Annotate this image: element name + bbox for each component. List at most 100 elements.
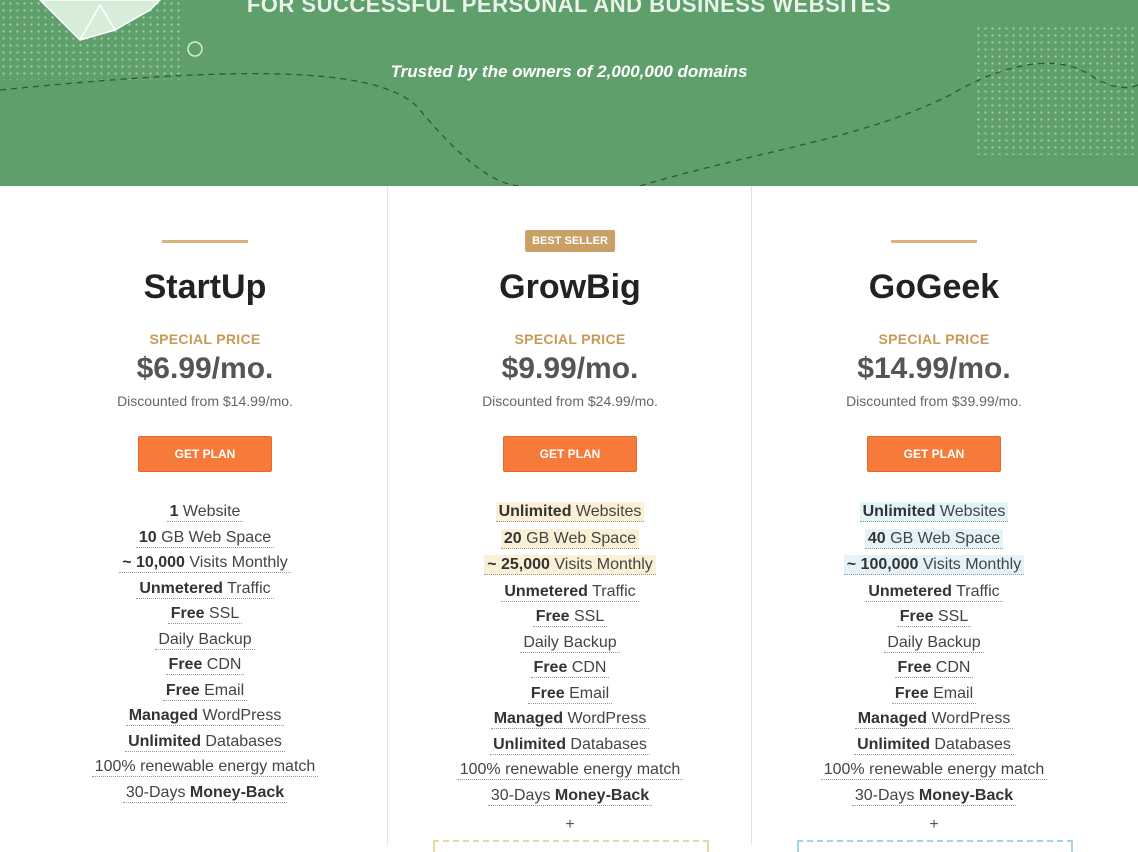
feature-item[interactable]: 10 GB Web Space [23,526,387,552]
feature-item[interactable]: Daily Backup [752,631,1116,657]
feature-highlight: Free [533,659,568,676]
feature-text[interactable]: Managed WordPress [125,706,285,726]
feature-item[interactable]: Free SSL [23,602,387,628]
feature-text[interactable]: Free CDN [165,655,245,675]
feature-text[interactable]: 100% renewable energy match [820,760,1048,780]
extra-features-box [797,840,1073,852]
feature-text[interactable]: Free SSL [532,607,608,627]
feature-highlight: Free [170,605,205,622]
feature-item[interactable]: Managed WordPress [752,707,1116,733]
feature-item[interactable]: Unlimited Websites [752,500,1116,527]
feature-highlight: Free [894,684,929,702]
feature-item[interactable]: Daily Backup [23,628,387,654]
feature-text[interactable]: Unlimited Databases [125,731,285,752]
feature-text[interactable]: Free CDN [894,658,974,678]
feature-item[interactable]: Unlimited Databases [23,730,387,756]
feature-text[interactable]: Managed WordPress [854,709,1014,729]
feature-text[interactable]: Unmetered Traffic [136,578,274,599]
feature-text[interactable]: 10 GB Web Space [135,527,275,548]
feature-item[interactable]: Daily Backup [388,631,752,657]
feature-label: Daily Backup [887,633,981,651]
feature-item[interactable]: Unmetered Traffic [388,580,752,606]
feature-prefix: 30-Days [490,786,555,804]
feature-item[interactable]: 40 GB Web Space [752,527,1116,554]
feature-text[interactable]: Free Email [527,683,613,704]
feature-item[interactable]: Free CDN [752,656,1116,682]
feature-highlight: 40 [867,529,886,547]
feature-item[interactable]: Free Email [388,682,752,708]
feature-label: GB Web Space [156,528,272,546]
feature-item[interactable]: Free Email [23,679,387,705]
feature-item[interactable]: 100% renewable energy match [752,758,1116,784]
feature-item[interactable]: Managed WordPress [23,704,387,730]
feature-text[interactable]: 100% renewable energy match [456,760,684,780]
feature-item[interactable]: Unlimited Databases [388,733,752,759]
feature-text[interactable]: Unlimited Databases [854,734,1014,755]
get-plan-button[interactable]: GET PLAN [867,436,1001,472]
feature-text[interactable]: Unlimited Websites [859,502,1009,522]
feature-item[interactable]: Free CDN [23,653,387,679]
feature-text[interactable]: ~ 25,000 Visits Monthly [484,555,656,575]
feature-label: SSL [933,608,969,625]
feature-item[interactable]: Free SSL [388,605,752,631]
feature-item[interactable]: Unlimited Websites [388,500,752,527]
feature-highlight: Unlimited [493,735,566,753]
feature-label: Email [928,684,974,702]
feature-text[interactable]: Free Email [162,680,248,701]
feature-text[interactable]: Free SSL [167,604,243,624]
feature-item[interactable]: ~ 10,000 Visits Monthly [23,551,387,577]
feature-item[interactable]: 100% renewable energy match [23,755,387,781]
plan-name: GrowBig [499,268,641,306]
feature-item[interactable]: Managed WordPress [388,707,752,733]
feature-text[interactable]: Unmetered Traffic [501,581,639,602]
feature-item[interactable]: 30-Days Money-Back [752,784,1116,810]
feature-text[interactable]: ~ 10,000 Visits Monthly [119,553,291,573]
feature-item[interactable]: Free SSL [752,605,1116,631]
feature-item[interactable]: Free Email [752,682,1116,708]
feature-text[interactable]: Managed WordPress [490,709,650,729]
feature-item[interactable]: Unmetered Traffic [23,577,387,603]
feature-item[interactable]: 30-Days Money-Back [23,781,387,807]
feature-text[interactable]: Free Email [891,683,977,704]
feature-text[interactable]: Daily Backup [520,632,620,653]
feature-text[interactable]: Free SSL [896,607,972,627]
feature-label: SSL [569,608,605,625]
feature-item[interactable]: ~ 25,000 Visits Monthly [388,553,752,580]
feature-label: Databases [565,735,647,753]
feature-item[interactable]: 100% renewable energy match [388,758,752,784]
discounted-from-text: Discounted from $24.99/mo. [482,393,658,409]
feature-text[interactable]: 40 GB Web Space [864,528,1004,549]
feature-text[interactable]: 1 Website [166,502,244,522]
feature-text[interactable]: Unlimited Databases [490,734,650,755]
feature-item[interactable]: Free CDN [388,656,752,682]
feature-item[interactable]: Unlimited Databases [752,733,1116,759]
feature-item[interactable]: Unmetered Traffic [752,580,1116,606]
feature-highlight: Money-Back [918,786,1014,804]
feature-item[interactable]: 20 GB Web Space [388,527,752,554]
feature-text[interactable]: 100% renewable energy match [91,757,319,777]
feature-list: Unlimited Websites 40 GB Web Space ~ 100,0… [752,500,1116,809]
feature-text[interactable]: 20 GB Web Space [500,528,640,549]
feature-text[interactable]: ~ 100,000 Visits Monthly [843,555,1025,575]
feature-highlight: Unlimited [128,732,201,750]
get-plan-button[interactable]: GET PLAN [138,436,272,472]
feature-highlight: Unlimited [498,503,572,520]
feature-text[interactable]: 30-Days Money-Back [851,785,1017,806]
feature-text[interactable]: 30-Days Money-Back [122,782,288,803]
feature-text[interactable]: Free CDN [530,658,610,678]
plus-icon: + [565,816,575,833]
feature-text[interactable]: 30-Days Money-Back [487,785,653,806]
feature-item[interactable]: 1 Website [23,500,387,526]
feature-highlight: Free [530,684,565,702]
feature-item[interactable]: ~ 100,000 Visits Monthly [752,553,1116,580]
get-plan-button[interactable]: GET PLAN [503,436,637,472]
feature-text[interactable]: Daily Backup [155,629,255,650]
plan-card-gogeek: GoGeek SPECIAL PRICE $14.99/mo. Discount… [751,186,1116,852]
plan-card-growbig: BEST SELLER GrowBig SPECIAL PRICE $9.99/… [387,186,752,852]
hero-subtitle: Trusted by the owners of 2,000,000 domai… [390,62,748,81]
feature-text[interactable]: Unmetered Traffic [865,581,1003,602]
feature-text[interactable]: Daily Backup [884,632,984,653]
feature-item[interactable]: 30-Days Money-Back [388,784,752,810]
feature-label: Daily Backup [158,630,252,648]
feature-text[interactable]: Unlimited Websites [495,502,645,522]
